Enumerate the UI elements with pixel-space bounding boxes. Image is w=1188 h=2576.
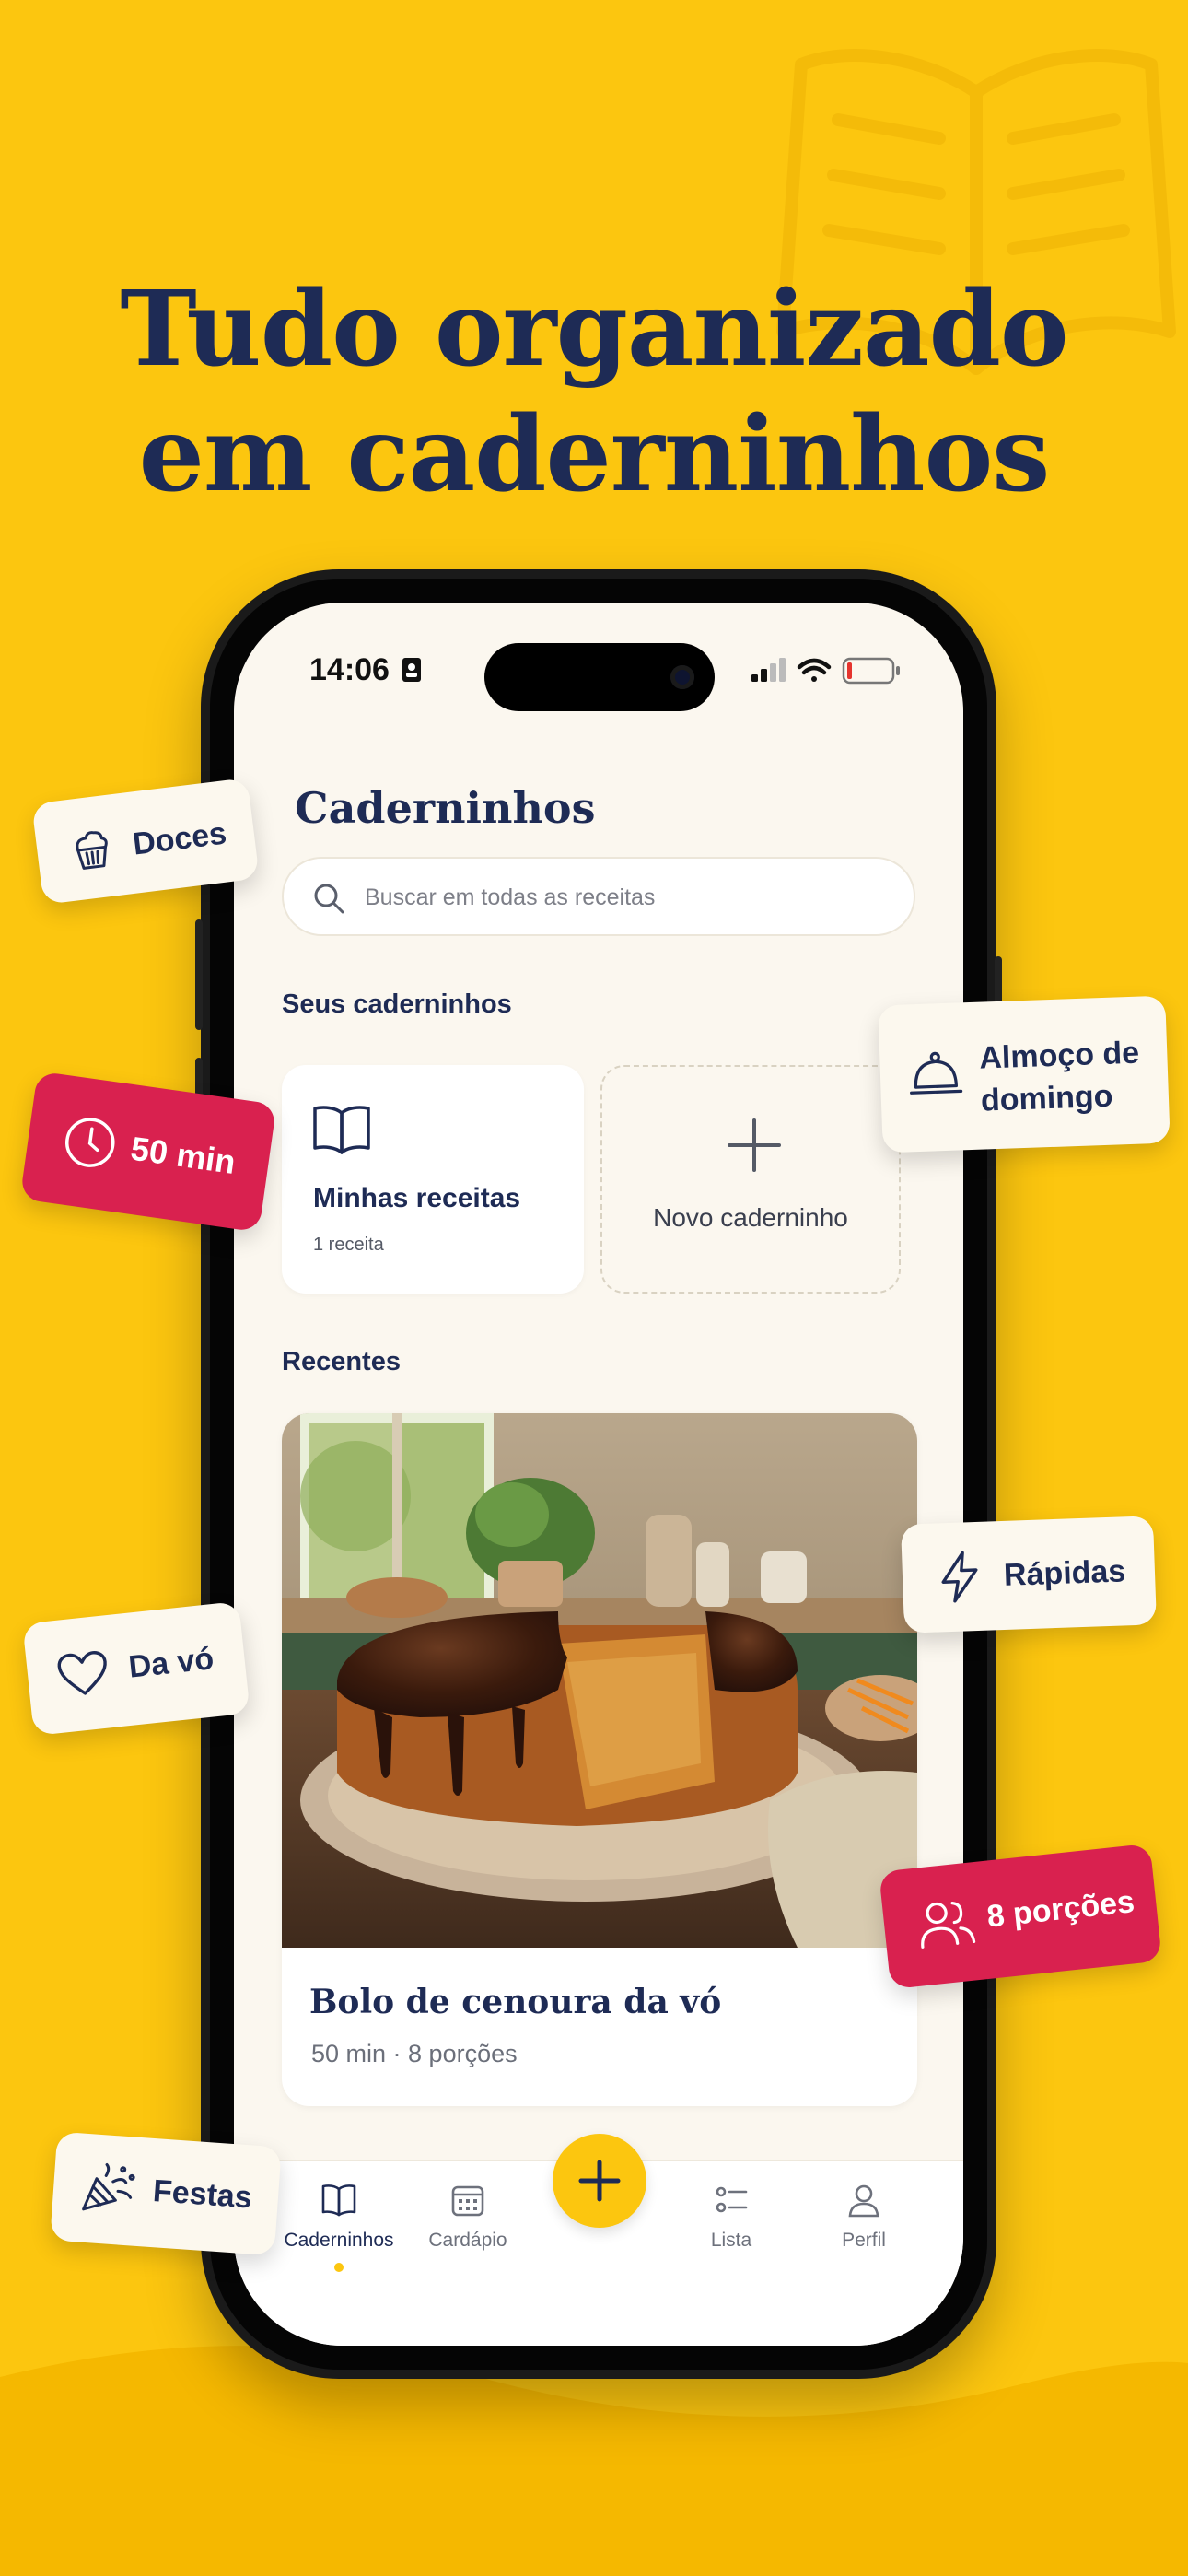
tab-caderninhos-label: Caderninhos xyxy=(284,2230,394,2251)
cellular-signal-icon xyxy=(751,658,786,682)
dynamic-island xyxy=(484,643,715,711)
sticker-da-vo-label: Da vó xyxy=(126,1641,215,1685)
status-icons xyxy=(751,657,900,685)
new-notebook-label: Novo caderninho xyxy=(653,1203,848,1232)
sticker-rapidas: Rápidas xyxy=(901,1516,1157,1633)
sticker-rapidas-label: Rápidas xyxy=(1003,1553,1126,1593)
sticker-almoco-line-1: Almoço de xyxy=(978,1035,1140,1076)
search-input[interactable]: Buscar em todas as receitas xyxy=(365,884,655,911)
wifi-icon xyxy=(797,658,832,682)
notebook-card[interactable]: Minhas receitas 1 receita xyxy=(282,1065,584,1294)
tab-cardapio[interactable]: Cardápio xyxy=(403,2182,532,2252)
recipe-card[interactable]: Bolo de cenoura da vó 50 min · 8 porções xyxy=(282,1413,917,2106)
sticker-da-vo: Da vó xyxy=(22,1600,250,1737)
cloche-icon xyxy=(910,1051,963,1095)
sticker-festas-label: Festas xyxy=(151,2173,253,2216)
person-icon xyxy=(848,2184,879,2218)
page-title: Caderninhos xyxy=(295,783,596,833)
phone-volume-up-button xyxy=(195,919,203,1030)
sticker-porcoes-label: 8 porções xyxy=(984,1884,1136,1935)
search-icon xyxy=(314,884,344,914)
heart-icon xyxy=(57,1651,107,1695)
sticker-festas: Festas xyxy=(50,2131,282,2256)
people-icon xyxy=(921,1902,976,1949)
checklist-icon xyxy=(716,2186,748,2213)
add-recipe-button[interactable] xyxy=(553,2134,646,2228)
recipe-title: Bolo de cenoura da vó xyxy=(309,1983,722,2021)
sticker-time-label: 50 min xyxy=(128,1129,239,1182)
notebook-name: Minhas receitas xyxy=(313,1183,521,1213)
status-time-text: 14:06 xyxy=(309,652,390,687)
phone-frame: 14:06 Caderninhos Buscar em todas as rec… xyxy=(195,569,1002,2379)
contact-card-icon xyxy=(402,658,422,682)
headline-line-1: Tudo organizado xyxy=(120,269,1068,390)
lightning-icon xyxy=(941,1551,978,1603)
battery-icon xyxy=(842,657,900,685)
front-camera xyxy=(670,665,694,689)
tab-perfil[interactable]: Perfil xyxy=(799,2182,928,2252)
status-time: 14:06 xyxy=(309,652,422,688)
tab-lista[interactable]: Lista xyxy=(667,2182,796,2252)
clock-icon xyxy=(65,1118,115,1167)
tab-perfil-label: Perfil xyxy=(842,2230,886,2251)
sticker-almoco: Almoço de domingo xyxy=(878,995,1171,1153)
new-notebook-button[interactable]: Novo caderninho xyxy=(600,1065,901,1294)
tab-caderninhos[interactable]: Caderninhos xyxy=(274,2182,403,2272)
tab-lista-label: Lista xyxy=(710,2230,752,2251)
recipe-meta: 50 min · 8 porções xyxy=(311,2040,518,2067)
tab-bar: Caderninhos Cardápio Lista Perfil xyxy=(234,2134,963,2346)
cupcake-icon xyxy=(76,831,108,870)
headline-line-2: em caderninhos xyxy=(138,394,1051,515)
headline: Tudo organizado em caderninhos xyxy=(0,267,1188,518)
active-tab-indicator xyxy=(334,2263,344,2272)
sticker-almoco-label: Almoço de domingo xyxy=(979,1032,1142,1122)
search-bar[interactable]: Buscar em todas as receitas xyxy=(282,857,915,936)
section-title-recent: Recentes xyxy=(282,1347,401,1376)
party-popper-icon xyxy=(82,2162,135,2211)
tab-cardapio-label: Cardápio xyxy=(428,2230,507,2251)
book-icon xyxy=(313,1106,370,1154)
sticker-doces-label: Doces xyxy=(131,815,228,862)
notebook-recipe-count: 1 receita xyxy=(313,1235,384,1255)
section-title-notebooks: Seus caderninhos xyxy=(282,989,512,1019)
plus-icon xyxy=(728,1118,781,1172)
plus-icon xyxy=(578,2160,621,2202)
sticker-almoco-line-2: domingo xyxy=(980,1078,1114,1118)
status-bar: 14:06 xyxy=(234,603,963,732)
book-icon xyxy=(321,2184,356,2217)
recipe-photo xyxy=(282,1413,917,1948)
calendar-icon xyxy=(451,2185,484,2217)
app-screen: 14:06 Caderninhos Buscar em todas as rec… xyxy=(234,603,963,2346)
